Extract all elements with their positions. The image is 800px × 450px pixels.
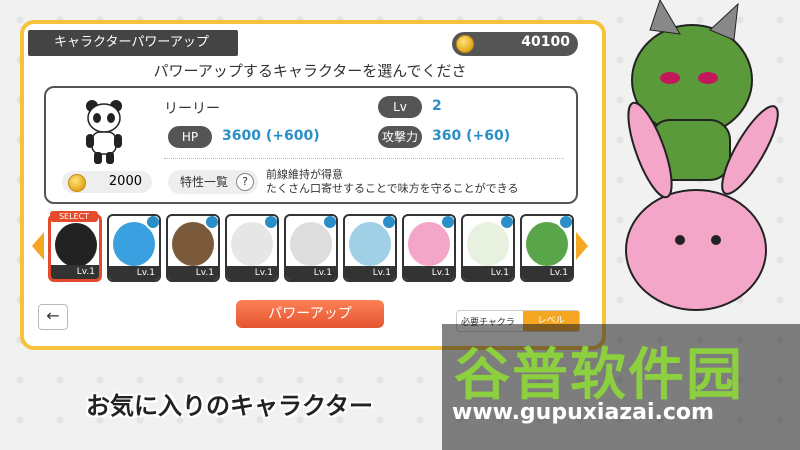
lv-label: Lv [378, 96, 422, 118]
badge-dot-icon [145, 216, 159, 230]
trait-list-label: 特性一覧 [180, 175, 229, 189]
character-card[interactable]: Lv.1 [225, 214, 279, 282]
divider [164, 158, 564, 159]
character-card-level: Lv.1 [286, 266, 336, 280]
attack-label: 攻撃力 [378, 126, 422, 148]
promo-banner-text: お気に入りのキャラクター [86, 392, 374, 420]
badge-dot-icon [204, 216, 218, 230]
character-card[interactable]: Lv.1 [343, 214, 397, 282]
cost-amount: 2000 [108, 174, 142, 189]
trait-line-2: たくさん口寄せすることで味方を守ることができる [266, 182, 519, 195]
character-card[interactable]: Lv.1 [107, 214, 161, 282]
character-card-level: Lv.1 [522, 266, 572, 280]
badge-dot-icon [322, 216, 336, 230]
badge-dot-icon [263, 216, 277, 230]
character-card[interactable]: Lv.1 [48, 214, 102, 282]
badge-dot-icon [499, 216, 513, 230]
hp-value: 3600 (+600) [222, 128, 320, 144]
character-card[interactable]: Lv.1 [520, 214, 574, 282]
character-card-level: Lv.1 [227, 266, 277, 280]
coin-amount: 40100 [521, 34, 570, 50]
trait-list-button[interactable]: 特性一覧 ? [168, 170, 258, 194]
character-card-level: Lv.1 [404, 266, 454, 280]
trait-description: 前線維持が得意 たくさん口寄せすることで味方を守ることができる [266, 168, 518, 196]
character-card-level: Lv.1 [463, 266, 513, 280]
hp-label: HP [168, 126, 212, 148]
character-card-level: Lv.1 [168, 266, 218, 280]
select-tag: SELECT [50, 211, 98, 222]
roster-prev-arrow-icon[interactable] [32, 232, 44, 260]
watermark-url: www.gupuxiazai.com [452, 400, 714, 425]
badge-dot-icon [381, 216, 395, 230]
help-icon[interactable]: ? [236, 173, 254, 191]
coin-counter: 40100 [452, 32, 578, 56]
badge-dot-icon [440, 216, 454, 230]
cost-display: 2000 [62, 171, 152, 193]
coin-icon [456, 35, 474, 53]
back-button[interactable]: ← [38, 304, 68, 330]
attack-value: 360 (+60) [432, 128, 511, 144]
coin-icon [68, 174, 86, 192]
character-card-level: Lv.1 [51, 265, 99, 279]
power-up-button[interactable]: パワーアップ [236, 300, 384, 328]
trait-line-1: 前線維持が得意 [266, 168, 343, 181]
roster-next-arrow-icon[interactable] [576, 232, 588, 260]
panda-portrait [86, 100, 122, 164]
character-card[interactable]: Lv.1 [284, 214, 338, 282]
character-card-level: Lv.1 [109, 266, 159, 280]
character-card[interactable]: Lv.1 [402, 214, 456, 282]
watermark-title: 谷普软件园 [454, 343, 744, 408]
character-card-level: Lv.1 [345, 266, 395, 280]
panel-title: キャラクターパワーアップ [28, 30, 238, 56]
lv-value: 2 [432, 98, 442, 114]
badge-dot-icon [558, 216, 572, 230]
character-card[interactable]: Lv.1 [461, 214, 515, 282]
character-card[interactable]: Lv.1 [166, 214, 220, 282]
character-card-art [55, 223, 97, 267]
mascot-characters [625, 0, 779, 311]
character-name: リーリー [164, 101, 220, 117]
